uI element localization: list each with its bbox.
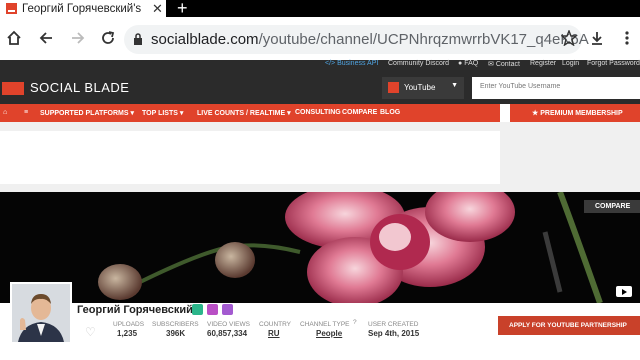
platform-selected-value: YouTube bbox=[404, 83, 436, 92]
browser-tab-strip: Георгий Горячевский's ✕ + bbox=[0, 0, 640, 18]
compare-label: COMPARE bbox=[595, 203, 631, 210]
apply-partnership-label: APPLY FOR YOUTUBE PARTNERSHIP bbox=[509, 322, 627, 329]
faq-label: FAQ bbox=[464, 60, 479, 67]
stat-label-country: COUNTRY bbox=[259, 321, 292, 328]
channel-avatar bbox=[10, 282, 72, 344]
socialblade-favicon-icon bbox=[6, 3, 17, 14]
tab-close-icon[interactable]: ✕ bbox=[152, 1, 163, 17]
premium-membership-button[interactable]: ★ PREMIUM MEMBERSHIP bbox=[510, 104, 640, 122]
ad-slot bbox=[0, 131, 500, 184]
stat-label-user-created: USER CREATED bbox=[368, 321, 419, 328]
channel-banner bbox=[0, 192, 640, 303]
stat-label-uploads: UPLOADS bbox=[113, 321, 145, 328]
stat-value-video-views: 60,857,334 bbox=[207, 329, 248, 338]
contact-link[interactable]: ✉ Contact bbox=[488, 60, 520, 68]
search-input[interactable]: Enter YouTube Username bbox=[472, 77, 640, 99]
home-icon[interactable] bbox=[4, 28, 24, 48]
site-logo-text[interactable]: SOCIAL BLADE bbox=[30, 80, 129, 95]
community-discord-link[interactable]: Community Discord bbox=[388, 60, 449, 67]
stat-value-subscribers: 396K bbox=[166, 329, 186, 338]
stats-badge-icon bbox=[222, 304, 233, 315]
address-bar[interactable]: socialblade.com/youtube/channel/UCPNhrqz… bbox=[124, 25, 589, 54]
forgot-password-link[interactable]: Forgot Password bbox=[587, 60, 640, 67]
url-text: socialblade.com/youtube/channel/UCPNhrqz… bbox=[151, 31, 589, 48]
partner-badge-icon bbox=[192, 304, 203, 315]
stat-value-uploads: 1,235 bbox=[117, 329, 138, 338]
info-question-icon[interactable]: ? bbox=[353, 319, 357, 326]
login-link[interactable]: Login bbox=[562, 60, 579, 67]
reload-icon[interactable] bbox=[98, 28, 118, 48]
tab-title: Георгий Горячевский's bbox=[22, 2, 142, 15]
camera-badge-icon bbox=[207, 304, 218, 315]
browser-toolbar: socialblade.com/youtube/channel/UCPNhrqz… bbox=[0, 17, 640, 61]
business-api-link[interactable]: </> Business API bbox=[325, 60, 378, 67]
favorite-heart-icon[interactable]: ♡ bbox=[85, 325, 96, 339]
stat-label-channel-type: CHANNEL TYPE bbox=[300, 321, 350, 328]
channel-name: Георгий Горячевский bbox=[77, 304, 193, 316]
nav-top-lists[interactable]: TOP LISTS ▾ bbox=[142, 109, 183, 117]
site-header: SOCIAL BLADE YouTube ▼ Enter YouTube Use… bbox=[0, 72, 640, 104]
youtube-logo-icon bbox=[388, 82, 399, 93]
compare-button[interactable]: COMPARE bbox=[584, 200, 640, 213]
nav-blog[interactable]: BLOG bbox=[380, 109, 400, 116]
more-menu-icon[interactable] bbox=[617, 28, 637, 48]
top-links-bar: </> Business API Community Discord ● FAQ… bbox=[0, 60, 640, 72]
faq-link[interactable]: ● FAQ bbox=[458, 60, 478, 67]
nav-consulting[interactable]: CONSULTING bbox=[295, 109, 341, 116]
forward-arrow-icon[interactable] bbox=[68, 28, 88, 48]
stat-label-subscribers: SUBSCRIBERS bbox=[152, 321, 199, 328]
bookmark-star-icon[interactable] bbox=[559, 28, 579, 48]
back-arrow-icon[interactable] bbox=[36, 28, 56, 48]
stat-value-country[interactable]: RU bbox=[268, 329, 280, 338]
download-icon[interactable] bbox=[587, 28, 607, 48]
url-path: /youtube/channel/UCPNhrqzmwrrbVK17_q4eK6… bbox=[258, 31, 589, 48]
main-nav: ⌂ ≡ SUPPORTED PLATFORMS ▾ TOP LISTS ▾ LI… bbox=[0, 104, 500, 122]
browser-tab[interactable]: Георгий Горячевский's ✕ bbox=[0, 0, 166, 17]
register-link[interactable]: Register bbox=[530, 60, 556, 67]
stat-value-channel-type[interactable]: People bbox=[316, 329, 342, 338]
contact-label: Contact bbox=[495, 61, 520, 68]
lock-icon bbox=[134, 33, 142, 45]
nav-live-counts[interactable]: LIVE COUNTS / REALTIME ▾ bbox=[197, 109, 291, 117]
url-host: socialblade.com bbox=[151, 31, 259, 48]
stat-label-video-views: VIDEO VIEWS bbox=[207, 321, 250, 328]
chevron-down-icon: ▼ bbox=[451, 82, 458, 89]
nav-compare[interactable]: COMPARE bbox=[342, 109, 377, 116]
premium-label: ★ PREMIUM MEMBERSHIP bbox=[532, 110, 623, 117]
orchid-banner-image bbox=[0, 192, 640, 303]
apply-partnership-button[interactable]: APPLY FOR YOUTUBE PARTNERSHIP bbox=[498, 316, 640, 335]
socialblade-logo-icon[interactable] bbox=[2, 82, 24, 95]
nav-supported-platforms[interactable]: SUPPORTED PLATFORMS ▾ bbox=[40, 109, 134, 117]
home-nav-icon[interactable]: ⌂ bbox=[3, 109, 7, 116]
search-placeholder: Enter YouTube Username bbox=[480, 83, 561, 90]
platform-select[interactable]: YouTube ▼ bbox=[382, 77, 464, 99]
menu-icon[interactable]: ≡ bbox=[24, 109, 28, 116]
stat-value-user-created: Sep 4th, 2015 bbox=[368, 329, 420, 338]
youtube-social-icon[interactable] bbox=[616, 286, 632, 297]
